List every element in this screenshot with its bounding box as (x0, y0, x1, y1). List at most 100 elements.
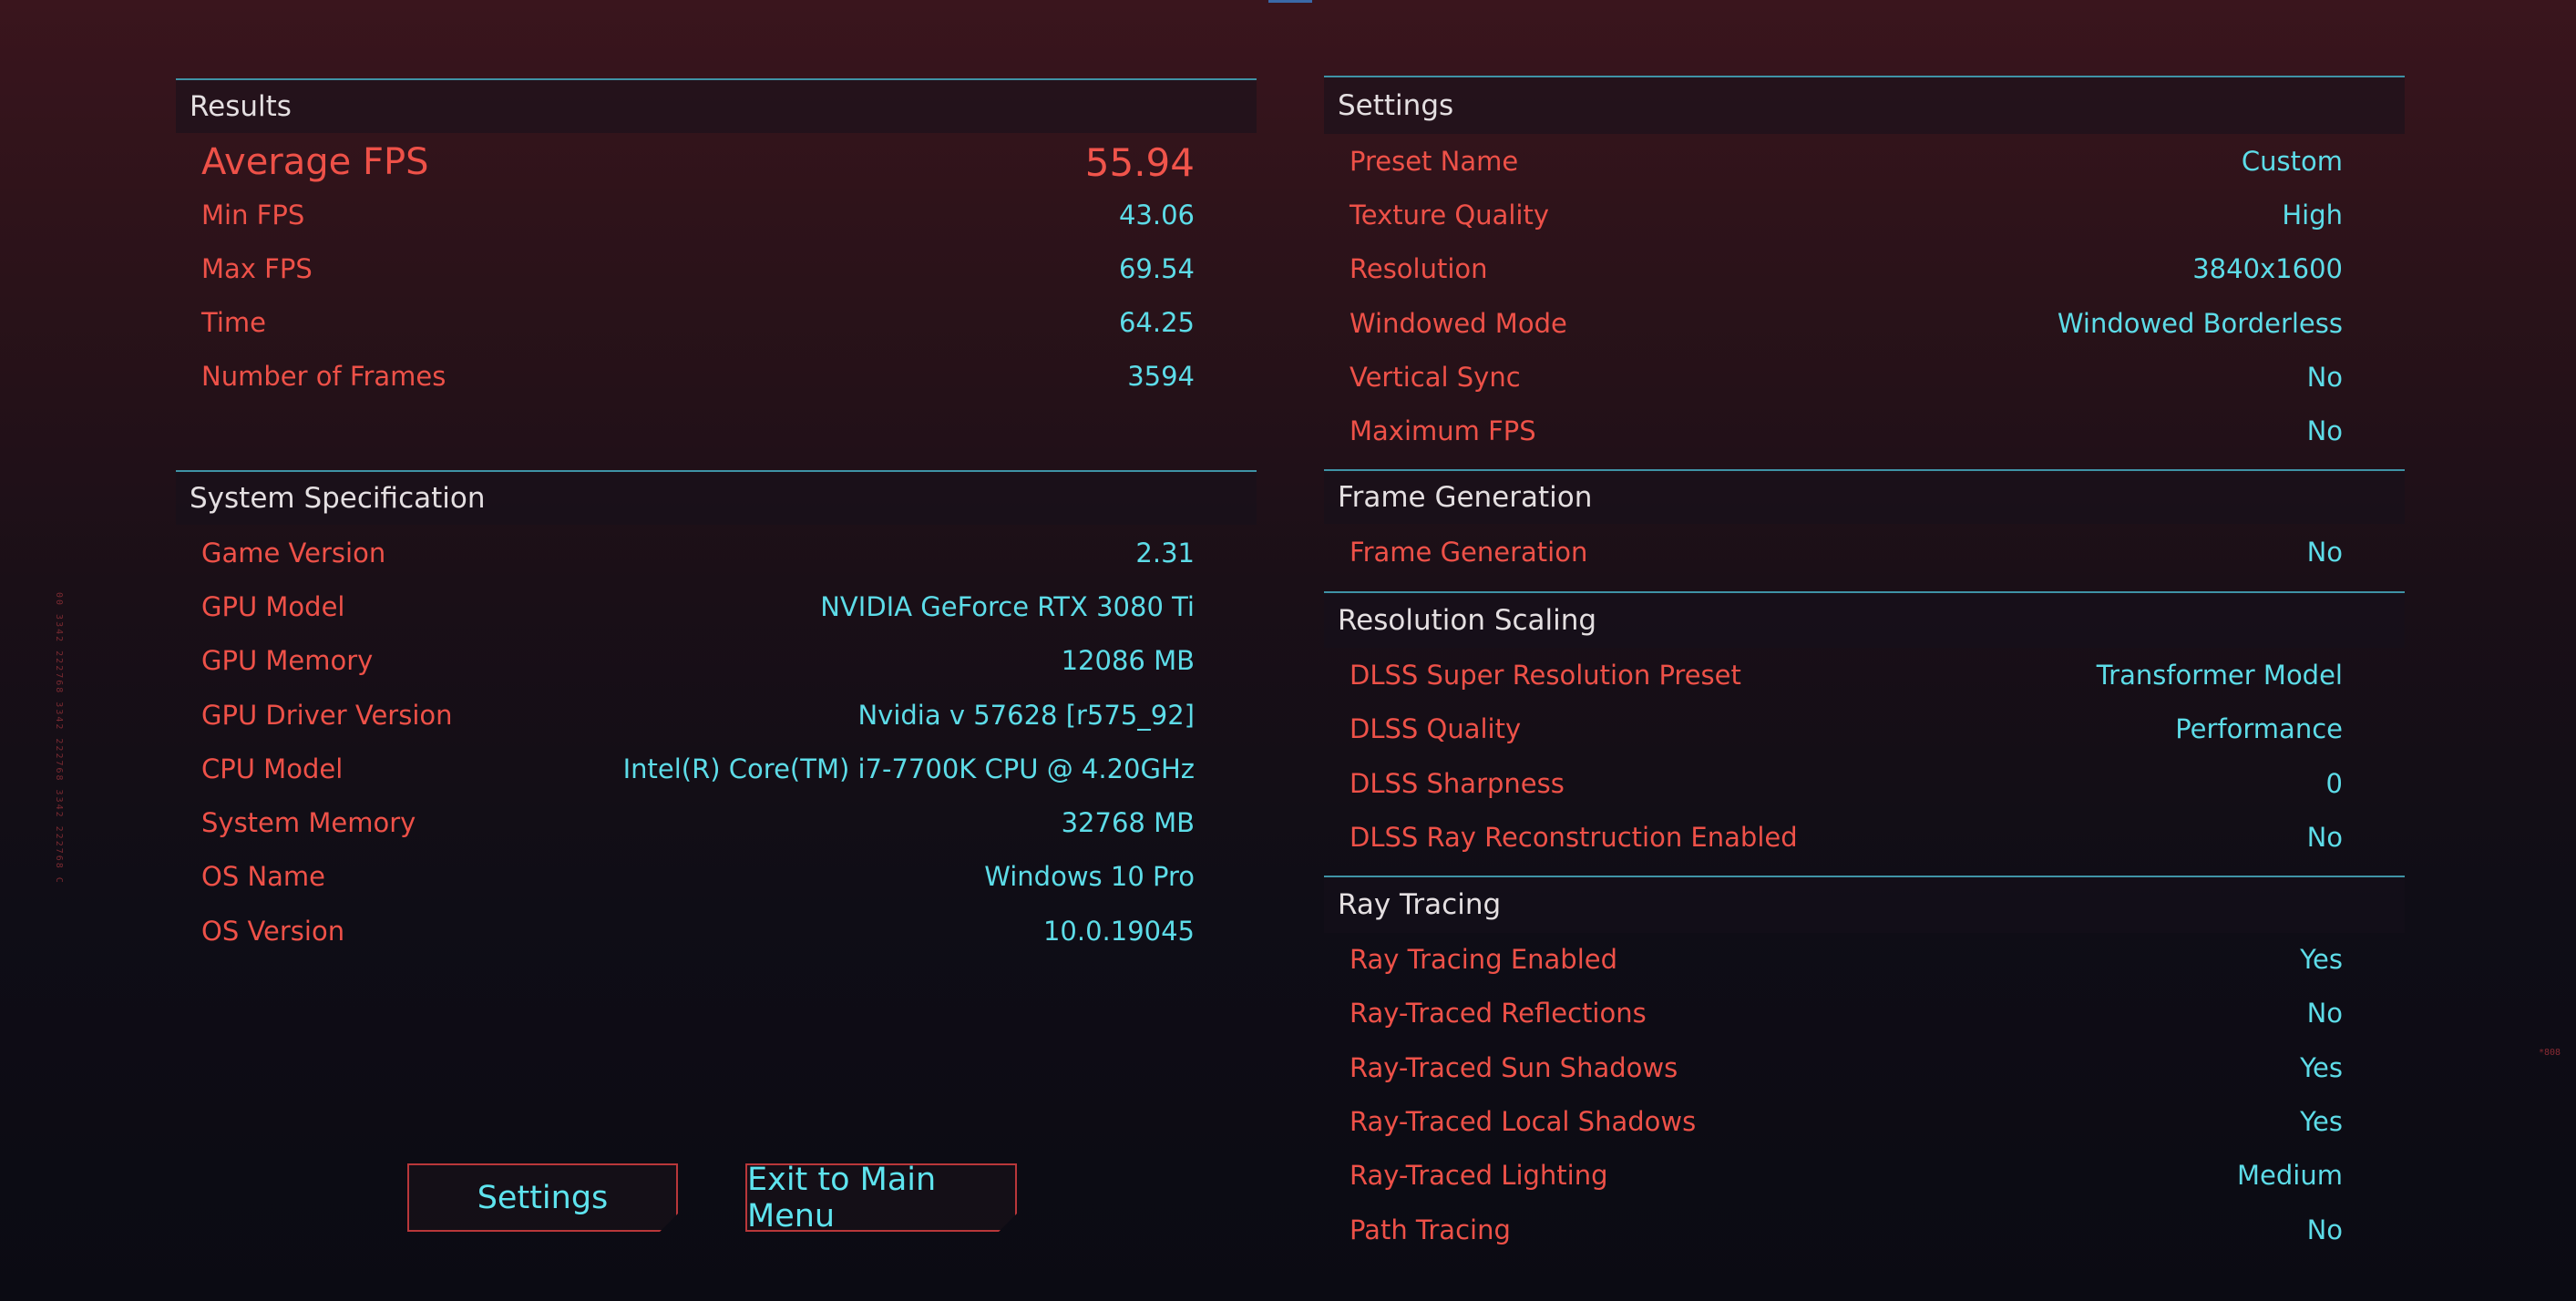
row-value: Yes (2300, 1052, 2343, 1083)
setting-row-frame-generation: Frame Generation No (1350, 534, 2343, 570)
setting-row-preset: Preset Name Custom (1350, 143, 2343, 179)
row-value: 12086 MB (1061, 645, 1195, 676)
row-label: OS Version (201, 916, 345, 947)
results-header: Results (176, 80, 1257, 133)
row-label: Vertical Sync (1350, 362, 1521, 393)
frame-generation-section: Frame Generation Frame Generation No (1324, 469, 2405, 593)
row-value: Windowed Borderless (2057, 308, 2343, 339)
row-value: Transformer Model (2096, 660, 2343, 691)
setting-row-rt-reflections: Ray-Traced Reflections No (1350, 995, 2343, 1031)
row-label: Ray Tracing Enabled (1350, 944, 1618, 975)
row-value: No (2306, 537, 2343, 568)
setting-row-rt-local-shadows: Ray-Traced Local Shadows Yes (1350, 1103, 2343, 1140)
row-label: GPU Model (201, 591, 345, 622)
row-value: 3840x1600 (2192, 253, 2343, 284)
results-section: Results Average FPS 55.94 Min FPS 43.06 … (176, 78, 1257, 426)
setting-row-vsync: Vertical Sync No (1350, 359, 2343, 395)
row-value: Yes (2300, 1106, 2343, 1137)
row-label: Maximum FPS (1350, 415, 1536, 446)
ray-tracing-section: Ray Tracing Ray Tracing Enabled Yes Ray-… (1324, 876, 2405, 1260)
result-row-time: Time 64.25 (201, 304, 1195, 341)
setting-row-ray-tracing-enabled: Ray Tracing Enabled Yes (1350, 941, 2343, 978)
spec-row-game-version: Game Version 2.31 (201, 535, 1195, 571)
setting-row-texture: Texture Quality High (1350, 197, 2343, 233)
row-label: DLSS Ray Reconstruction Enabled (1350, 822, 1798, 853)
settings-header: Settings (1324, 77, 2405, 134)
top-tab-indicator (1268, 0, 1312, 3)
row-value: Nvidia v 57628 [r575_92] (857, 700, 1195, 731)
row-value: 43.06 (1118, 200, 1195, 230)
row-label: Time (201, 307, 266, 338)
row-value: Intel(R) Core(TM) i7-7700K CPU @ 4.20GHz (622, 753, 1195, 784)
result-row-max-fps: Max FPS 69.54 (201, 251, 1195, 287)
row-value: 2.31 (1135, 538, 1195, 569)
row-value: No (2306, 998, 2343, 1029)
row-value: 3594 (1127, 361, 1195, 392)
average-fps-value: 55.94 (1084, 139, 1195, 185)
row-label: Ray-Traced Lighting (1350, 1160, 1608, 1191)
setting-row-windowed-mode: Windowed Mode Windowed Borderless (1350, 305, 2343, 342)
row-value: No (2306, 1214, 2343, 1245)
frame-generation-header: Frame Generation (1324, 471, 2405, 524)
row-label: Frame Generation (1350, 537, 1588, 568)
result-row-frames: Number of Frames 3594 (201, 358, 1195, 394)
ray-tracing-header: Ray Tracing (1324, 877, 2405, 933)
spec-row-os-version: OS Version 10.0.19045 (201, 913, 1195, 949)
row-label: Min FPS (201, 200, 305, 230)
average-fps-row: Average FPS 55.94 (201, 138, 1195, 186)
average-fps-label: Average FPS (201, 141, 429, 183)
setting-row-dlss-preset: DLSS Super Resolution Preset Transformer… (1350, 657, 2343, 693)
row-value: Medium (2237, 1160, 2343, 1191)
setting-row-dlss-quality: DLSS Quality Performance (1350, 711, 2343, 747)
row-label: Ray-Traced Sun Shadows (1350, 1052, 1678, 1083)
spec-row-gpu-model: GPU Model NVIDIA GeForce RTX 3080 Ti (201, 589, 1195, 625)
row-label: Preset Name (1350, 146, 1519, 177)
row-label: Texture Quality (1350, 200, 1550, 230)
row-value: 64.25 (1118, 307, 1195, 338)
row-value: High (2282, 200, 2343, 230)
row-value: No (2306, 822, 2343, 853)
row-value: 0 (2325, 768, 2343, 799)
row-label: System Memory (201, 807, 416, 838)
row-label: Ray-Traced Reflections (1350, 998, 1647, 1029)
side-serial-text: 00 3342 222768 3342 222768 3342 222768 C… (54, 592, 64, 884)
row-label: Ray-Traced Local Shadows (1350, 1106, 1697, 1137)
spec-row-gpu-memory: GPU Memory 12086 MB (201, 642, 1195, 679)
resolution-scaling-section: Resolution Scaling DLSS Super Resolution… (1324, 591, 2405, 876)
row-label: Resolution (1350, 253, 1488, 284)
system-spec-section: System Specification Game Version 2.31 G… (176, 470, 1257, 964)
side-mark: *808 (2539, 1048, 2561, 1058)
row-label: Game Version (201, 538, 386, 569)
system-spec-header: System Specification (176, 472, 1257, 525)
row-label: DLSS Quality (1350, 713, 1522, 744)
row-value: No (2306, 415, 2343, 446)
row-value: Custom (2241, 146, 2343, 177)
row-label: DLSS Super Resolution Preset (1350, 660, 1741, 691)
row-label: DLSS Sharpness (1350, 768, 1565, 799)
row-label: Number of Frames (201, 361, 446, 392)
row-label: Max FPS (201, 253, 313, 284)
row-value: NVIDIA GeForce RTX 3080 Ti (820, 591, 1195, 622)
settings-section: Settings Preset Name Custom Texture Qual… (1324, 76, 2405, 469)
row-value: Yes (2300, 944, 2343, 975)
row-value: 10.0.19045 (1042, 916, 1195, 947)
row-value: 32768 MB (1061, 807, 1195, 838)
exit-button-label: Exit to Main Menu (747, 1161, 937, 1234)
setting-row-rt-sun-shadows: Ray-Traced Sun Shadows Yes (1350, 1050, 2343, 1086)
row-label: OS Name (201, 861, 326, 892)
spec-row-system-memory: System Memory 32768 MB (201, 804, 1195, 841)
row-value: Performance (2175, 713, 2343, 744)
button-corner-accent (658, 1224, 677, 1243)
setting-row-max-fps: Maximum FPS No (1350, 413, 2343, 449)
resolution-scaling-header: Resolution Scaling (1324, 593, 2405, 648)
spec-row-os-name: OS Name Windows 10 Pro (201, 858, 1195, 895)
settings-button[interactable]: Settings (407, 1163, 678, 1232)
row-label: Windowed Mode (1350, 308, 1567, 339)
row-label: CPU Model (201, 753, 344, 784)
row-label: GPU Memory (201, 645, 374, 676)
exit-to-main-menu-button[interactable]: Exit to Main Menu (745, 1163, 1017, 1232)
settings-button-label: Settings (477, 1179, 609, 1216)
spec-row-gpu-driver: GPU Driver Version Nvidia v 57628 [r575_… (201, 697, 1195, 733)
setting-row-rt-lighting: Ray-Traced Lighting Medium (1350, 1157, 2343, 1193)
setting-row-dlss-ray-reconstruction: DLSS Ray Reconstruction Enabled No (1350, 819, 2343, 855)
